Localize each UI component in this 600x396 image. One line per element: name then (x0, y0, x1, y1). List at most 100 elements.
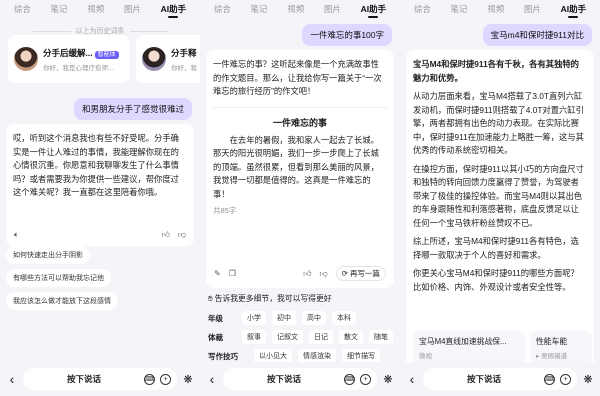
reply-paragraph: 在操控方面，保时捷911以其小巧的方向盘尺寸和独特的转向回馈力度赢得了赞誉，为驾… (413, 163, 584, 228)
edit-icon[interactable]: ✎ (214, 269, 221, 278)
reference-card-2[interactable]: 性能车能 ▸ 吴佩锡道 (530, 331, 592, 362)
keyboard-icon[interactable]: ⌨︎ (343, 373, 355, 385)
assistant-reply-card: 宝马M4和保时捷911各有千秋，各有其独特的魅力和优势。 从动力层面来看，宝马M… (406, 50, 594, 362)
persona-title: 分手后缓解... (43, 47, 93, 58)
tab-images[interactable]: 图片 (324, 3, 341, 15)
persona-card-1[interactable]: 分手后缓解... 智能体 你好，我是心理疗愈师... (8, 35, 130, 83)
reference-source: 微视 (419, 353, 432, 360)
reference-card-1[interactable]: 宝马M4直线加速挑战保... 微视 (413, 331, 525, 362)
tab-general[interactable]: 综合 (214, 3, 231, 15)
bottom-bar: ‹ 按下说话 ⌨︎ + ❋ (400, 362, 600, 396)
reference-title: 性能车能 (536, 337, 568, 346)
option-chip[interactable]: 散文 (339, 330, 363, 344)
option-row-technique: 写作技巧 以小见大 情感渲染 细节描写 (208, 349, 380, 362)
plus-icon[interactable]: + (359, 373, 371, 385)
back-icon[interactable]: ‹ (6, 371, 18, 387)
user-message-bubble: 宝马m4和保时捷911对比 (482, 24, 592, 46)
reference-source: ▸ 吴佩锡道 (536, 353, 568, 360)
option-row-label: 体裁 (208, 332, 223, 342)
tab-images[interactable]: 图片 (124, 3, 141, 15)
paw-icon[interactable]: ❋ (382, 373, 394, 386)
top-tabs: 综合 笔记 视频 图片 AI助手 (400, 0, 600, 18)
plus-icon[interactable]: + (159, 373, 171, 385)
pane-essay-chat: 综合 笔记 视频 图片 AI助手 一件难忘的事100字 一件难忘的事？这听起来像… (200, 0, 400, 396)
option-chip[interactable]: 情感渲染 (298, 349, 336, 362)
voice-input-bar[interactable]: 按下说话 ⌨︎ + (223, 368, 377, 390)
persona-card-2[interactable]: 分手释 你好，我 (136, 35, 200, 83)
assistant-intro-text: 一件难忘的事？这听起来像是一个充满故事性的作文题目。那么，让我给你写一篇关于“一… (213, 59, 382, 96)
assistant-reply-card: 哎，听到这个消息我也有些不好受呢。分手确实是一件让人难过的事情，我能理解你现在的… (6, 124, 194, 246)
tab-images[interactable]: 图片 (524, 3, 541, 15)
voice-input-label: 按下说话 (266, 374, 301, 384)
reply-headline: 宝马M4和保时捷911各有千秋，各有其独特的魅力和优势。 (413, 59, 579, 83)
option-chip[interactable]: 本科 (332, 311, 356, 325)
voice-input-label: 按下说话 (66, 374, 101, 384)
user-message-bubble: 一件难忘的事100字 (302, 24, 392, 46)
option-chip[interactable]: 随笔 (369, 330, 393, 344)
reference-title: 宝马M4直线加速挑战保... (419, 337, 507, 346)
tab-ai-assistant[interactable]: AI助手 (361, 3, 386, 18)
bottom-bar: ‹ 按下说话 ⌨︎ + ❋ (200, 362, 400, 396)
option-chip[interactable]: 以小见大 (254, 349, 292, 362)
tab-notes[interactable]: 笔记 (251, 3, 268, 15)
essay-body: 在去年的暑假，我和家人一起去了长城。那天的阳光很明媚，我们一步一步爬上了长城的顶… (213, 134, 379, 199)
option-chip[interactable]: 记叙文 (272, 330, 303, 344)
thumbs-up-icon[interactable]: 👍︎ (162, 230, 170, 240)
tab-notes[interactable]: 笔记 (451, 3, 468, 15)
reply-paragraph: 综上所述，宝马M4和保时捷911各有特色，选择哪一款取决于个人的喜好和需求。 (413, 236, 579, 260)
thumbs-down-icon[interactable]: 👎︎ (320, 269, 328, 279)
paw-icon[interactable]: ❋ (582, 373, 594, 386)
tab-notes[interactable]: 笔记 (51, 3, 68, 15)
avatar (142, 47, 166, 71)
option-chip[interactable]: 初中 (272, 311, 296, 325)
chat-body: 一件难忘的事100字 一件难忘的事？这听起来像是一个充满故事性的作文题目。那么，… (200, 18, 400, 362)
word-count: 共85字 (213, 206, 237, 215)
option-row-grade: 年级 小学 初中 高中 本科 (208, 311, 356, 325)
option-chip[interactable]: 小学 (242, 311, 266, 325)
persona-subtitle: 你好，我 (171, 64, 197, 72)
tab-ai-assistant[interactable]: AI助手 (561, 3, 586, 18)
pane-car-compare-chat: 综合 笔记 视频 图片 AI助手 宝马m4和保时捷911对比 宝马M4和保时捷9… (400, 0, 600, 396)
chat-body: 以上为历史词条 分手后缓解... 智能体 你好，我是心理疗愈师... 分手释 你好… (0, 18, 200, 362)
thumbs-up-icon[interactable]: 👍︎ (303, 269, 311, 279)
option-chip[interactable]: 高中 (302, 311, 326, 325)
plus-icon[interactable]: + (559, 373, 571, 385)
suggestion-chip-1[interactable]: 如何快速走出分手阴影 (6, 246, 90, 264)
reply-paragraph: 从动力层面来看，宝马M4搭载了3.0T直列六缸发动机，而保时捷911则搭载了4.… (413, 91, 584, 155)
keyboard-icon[interactable]: ⌨︎ (143, 373, 155, 385)
tab-videos[interactable]: 视频 (287, 3, 304, 15)
option-chip[interactable]: 细节描写 (342, 349, 380, 362)
paw-icon[interactable]: ❋ (182, 373, 194, 386)
voice-input-label: 按下说话 (466, 374, 501, 384)
persona-subtitle: 你好，我是心理疗愈师... (43, 64, 114, 72)
agent-badge: 智能体 (94, 50, 119, 59)
option-chip[interactable]: 日记 (309, 330, 333, 344)
speaker-icon[interactable]: 🔈︎ (14, 230, 19, 240)
back-icon[interactable]: ‹ (406, 371, 418, 387)
option-chip[interactable]: 叙事 (242, 330, 266, 344)
bottom-bar: ‹ 按下说话 ⌨︎ + ❋ (0, 362, 200, 396)
assistant-reply-card: 一件难忘的事？这听起来像是一个充满故事性的作文题目。那么，让我给你写一篇关于“一… (206, 50, 394, 288)
top-tabs: 综合 笔记 视频 图片 AI助手 (0, 0, 200, 18)
tab-general[interactable]: 综合 (14, 3, 31, 15)
back-icon[interactable]: ‹ (206, 371, 218, 387)
option-row-genre: 体裁 叙事 记叙文 日记 散文 随笔 (208, 330, 393, 344)
voice-input-bar[interactable]: 按下说话 ⌨︎ + (423, 368, 577, 390)
reply-paragraph: 你更关心宝马M4和保时捷911的哪些方面呢？比如价格、内饰、外观设计或者安全性等… (413, 268, 579, 292)
tab-ai-assistant[interactable]: AI助手 (161, 3, 186, 18)
tab-videos[interactable]: 视频 (487, 3, 504, 15)
refresh-icon: ⟳ (341, 269, 350, 278)
essay-title: 一件难忘的事 (272, 117, 327, 128)
copy-icon[interactable]: ❐ (229, 269, 236, 278)
suggestion-chip-2[interactable]: 有哪些方法可以帮助我忘记他 (6, 269, 111, 287)
tab-general[interactable]: 综合 (414, 3, 431, 15)
voice-input-bar[interactable]: 按下说话 ⌨︎ + (23, 368, 177, 390)
assistant-reply-text: 哎，听到这个消息我也有些不好受呢。分手确实是一件让人难过的事情，我能理解你现在的… (13, 133, 179, 197)
chat-body: 宝马m4和保时捷911对比 宝马M4和保时捷911各有千秋，各有其独特的魅力和优… (400, 18, 600, 362)
keyboard-icon[interactable]: ⌨︎ (543, 373, 555, 385)
rewrite-button[interactable]: ⟳ 再写一篇 (335, 266, 386, 281)
tab-videos[interactable]: 视频 (87, 3, 104, 15)
top-tabs: 综合 笔记 视频 图片 AI助手 (200, 0, 400, 18)
thumbs-down-icon[interactable]: 👎︎ (178, 230, 186, 240)
suggestion-chip-3[interactable]: 我应该怎么做才能放下这段感情 (6, 292, 118, 310)
